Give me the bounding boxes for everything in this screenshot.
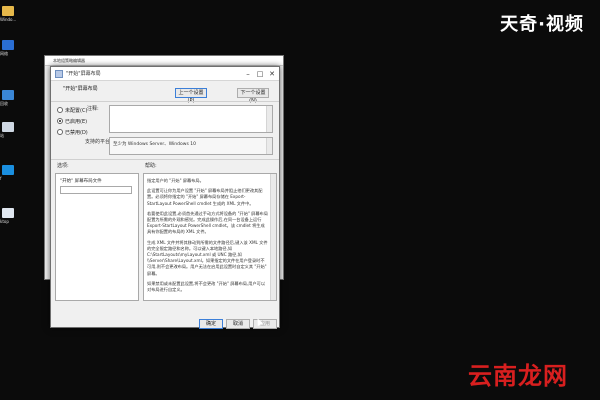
options-pane: "开始" 屏幕布局文件	[55, 173, 139, 301]
comment-scrollbar[interactable]	[266, 106, 272, 132]
desktop-icon-6[interactable]: ktop	[0, 208, 18, 224]
app-icon	[2, 208, 14, 218]
close-icon[interactable]: ✕	[267, 69, 277, 79]
prev-setting-button[interactable]: 上一个设置(P)	[175, 88, 207, 104]
desktop-icon-1[interactable]: Windo...	[0, 6, 18, 22]
desktop-icon-5[interactable]: f	[0, 165, 18, 181]
app-icon	[2, 90, 14, 100]
help-text: 指定用户的 "开始" 屏幕布局。 此设置可让你为用户设置 "开始" 屏幕布局并阻…	[147, 178, 268, 293]
minimize-icon[interactable]: –	[243, 69, 253, 79]
watermark-top: 天奇·视频	[500, 14, 584, 35]
cancel-button[interactable]: 取消	[226, 319, 250, 329]
start-layout-dialog: "开始"屏幕布局 – □ ✕ "开始"屏幕布局 上一个设置(P) 下一个设置(N…	[50, 66, 280, 329]
layout-file-input[interactable]	[60, 186, 132, 194]
policy-icon	[55, 70, 63, 78]
recycle-bin-icon	[2, 122, 14, 132]
help-label: 帮助:	[145, 163, 157, 169]
middle-divider	[51, 159, 279, 160]
dialog-title: "开始"屏幕布局	[66, 71, 101, 77]
next-setting-button[interactable]: 下一个设置(N)	[237, 88, 269, 104]
desktop-icon-4[interactable]: 站	[0, 122, 18, 138]
options-label: 选项:	[57, 163, 69, 169]
supported-label: 支持的平台:	[85, 139, 112, 145]
desktop-icon-2[interactable]: 网络	[0, 40, 18, 56]
desktop-icon-3[interactable]: 回收	[0, 90, 18, 106]
header-divider	[51, 101, 279, 102]
back-window-titlebar: 本地组策略编辑器	[45, 56, 283, 66]
radio-disabled[interactable]	[57, 129, 63, 135]
supported-scrollbar[interactable]	[266, 138, 272, 154]
radio-enabled[interactable]	[57, 118, 63, 124]
layout-file-label: "开始" 屏幕布局文件	[60, 179, 102, 184]
setting-name: "开始"屏幕布局	[63, 86, 98, 92]
supported-platforms-box: 至少为 Windows Server、Windows 10	[109, 137, 273, 155]
help-scrollbar[interactable]	[270, 174, 276, 300]
folder-icon	[2, 6, 14, 16]
watermark-bottom: 云南龙网	[468, 362, 568, 390]
dialog-titlebar[interactable]: "开始"屏幕布局 – □ ✕	[51, 67, 279, 81]
network-icon	[2, 40, 14, 50]
ok-button[interactable]: 确定	[199, 319, 223, 329]
comment-textarea[interactable]	[109, 105, 273, 133]
help-pane: 指定用户的 "开始" 屏幕布局。 此设置可让你为用户设置 "开始" 屏幕布局并阻…	[143, 173, 277, 301]
maximize-icon[interactable]: □	[255, 69, 265, 79]
radio-not-configured[interactable]	[57, 107, 63, 113]
comment-label: 注释:	[87, 106, 99, 112]
app-icon	[2, 165, 14, 175]
